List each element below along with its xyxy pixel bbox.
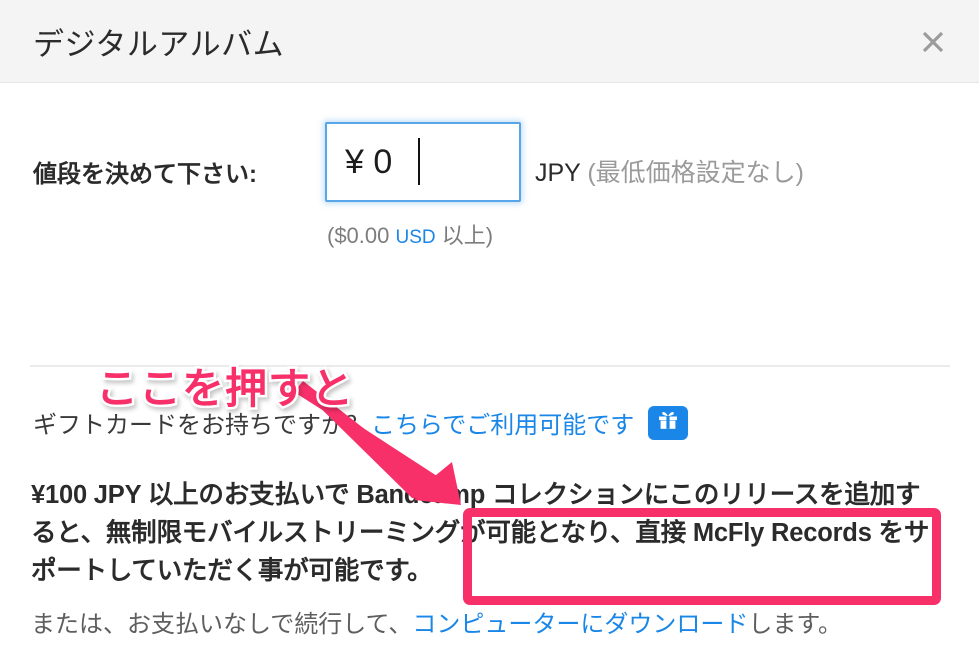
section-divider <box>30 365 950 367</box>
gift-card-row: ギフトカードをお持ちですか？ こちらでご利用可能です <box>33 405 689 440</box>
gift-icon-button[interactable] <box>648 405 689 440</box>
close-button[interactable] <box>913 22 953 62</box>
gift-card-question: ギフトカードをお持ちですか？ <box>33 412 369 439</box>
gift-card-link[interactable]: こちらでご利用可能です <box>371 405 634 440</box>
dialog-header: デジタルアルバム <box>0 0 979 83</box>
price-section: 値段を決めて下さい: JPY (最低価格設定なし) ($0.00 USD 以上) <box>0 83 979 248</box>
converted-suffix: 以上) <box>441 223 494 248</box>
converted-amount: ($0.00 <box>327 223 390 248</box>
converted-price: ($0.00 USD 以上) <box>327 218 493 250</box>
price-input-wrapper <box>325 122 521 202</box>
usd-currency-link[interactable]: USD <box>396 227 436 248</box>
currency-code: JPY <box>535 159 581 187</box>
currency-note: JPY (最低価格設定なし) <box>535 153 804 189</box>
close-icon <box>920 29 946 55</box>
price-input[interactable] <box>325 122 521 202</box>
price-label: 値段を決めて下さい: <box>33 161 257 188</box>
text-cursor <box>418 138 420 185</box>
gift-icon <box>657 409 679 437</box>
promo-paragraph: ¥100 JPY 以上のお支払いで Bandcamp コレクションにこのリリース… <box>31 481 930 585</box>
page-title: デジタルアルバム <box>33 27 285 62</box>
currency-minimum-note: (最低価格設定なし) <box>587 159 805 187</box>
